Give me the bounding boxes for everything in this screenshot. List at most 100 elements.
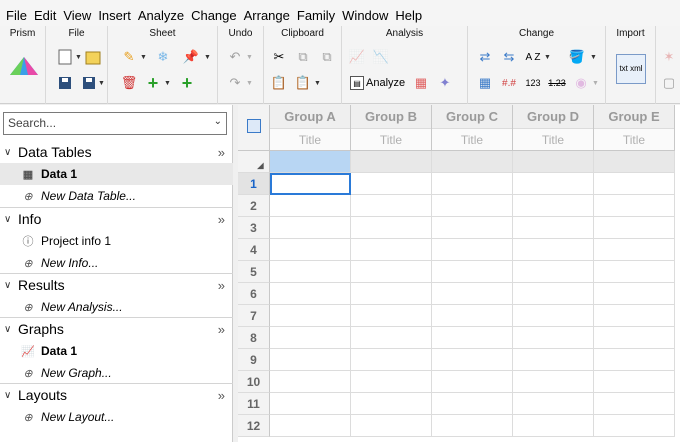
menu-change[interactable]: Change [189, 8, 242, 26]
paste-dropdown-icon[interactable]: ▼ [314, 80, 321, 87]
column-title[interactable]: Title [270, 129, 350, 150]
table-cell[interactable] [270, 393, 351, 415]
menu-view[interactable]: View [61, 8, 96, 26]
table-cell[interactable] [270, 371, 351, 393]
table-cell[interactable] [351, 305, 432, 327]
table-cell[interactable] [432, 173, 513, 195]
table-cell[interactable] [594, 217, 675, 239]
table-cell[interactable] [351, 217, 432, 239]
table-cell[interactable] [513, 349, 594, 371]
new-file-icon[interactable] [56, 48, 74, 66]
table-cell[interactable] [594, 173, 675, 195]
table-cell[interactable] [594, 283, 675, 305]
table-cell[interactable] [513, 173, 594, 195]
transpose-icon[interactable]: ⇆ [500, 48, 518, 66]
table-cell[interactable] [270, 283, 351, 305]
table-cell[interactable] [432, 195, 513, 217]
sidebar-item-new-graph[interactable]: ⊕ New Graph... [0, 362, 233, 384]
table-cell[interactable] [432, 327, 513, 349]
row-title-cell[interactable] [513, 151, 594, 173]
table-cell[interactable] [351, 415, 432, 437]
table-cell[interactable] [594, 393, 675, 415]
table-cell[interactable] [513, 305, 594, 327]
sidebar-item-data-table-1[interactable]: ▦ Data 1 [0, 163, 233, 185]
table-cell[interactable] [513, 195, 594, 217]
save-icon[interactable] [56, 74, 74, 92]
copy-icon[interactable]: ⧉ [294, 48, 312, 66]
menu-arrange[interactable]: Arrange [242, 8, 295, 26]
column-group-name[interactable]: Group C [432, 105, 512, 129]
column-title[interactable]: Title [594, 129, 674, 150]
table-cell[interactable] [594, 371, 675, 393]
row-header[interactable]: 8 [238, 327, 270, 349]
table-corner[interactable] [238, 105, 270, 151]
table-cell[interactable] [513, 393, 594, 415]
table-cell[interactable] [351, 261, 432, 283]
save-dropdown-icon[interactable]: ▼ [98, 80, 105, 87]
table-cell[interactable] [270, 415, 351, 437]
section-header-info[interactable]: ∨ Info » [0, 208, 233, 230]
paste-special-icon[interactable]: ⧉ [318, 48, 336, 66]
table-cell[interactable] [270, 217, 351, 239]
row-header[interactable]: 12 [238, 415, 270, 437]
decrease-decimal-icon[interactable]: 1.23 [548, 74, 566, 92]
paste-options-icon[interactable]: 📋 [294, 74, 312, 92]
import-file-icon[interactable]: txt xml [616, 54, 646, 84]
table-cell[interactable] [432, 415, 513, 437]
menu-family[interactable]: Family [295, 8, 340, 26]
fill-color-dropdown-icon[interactable]: ▼ [590, 54, 597, 61]
table-cell[interactable] [513, 415, 594, 437]
column-group-name[interactable]: Group A [270, 105, 350, 129]
pushpin-dropdown-icon[interactable]: ▼ [204, 54, 211, 61]
sidebar-item-new-analysis[interactable]: ⊕ New Analysis... [0, 296, 233, 318]
increase-decimal-icon[interactable]: 123 [524, 74, 542, 92]
row-header[interactable]: 10 [238, 371, 270, 393]
table-cell[interactable] [513, 283, 594, 305]
row-header[interactable]: 2 [238, 195, 270, 217]
table-cell[interactable] [351, 393, 432, 415]
analyze-button[interactable]: ▤ Analyze [350, 74, 405, 92]
column-title[interactable]: Title [351, 129, 431, 150]
row-header[interactable]: 4 [238, 239, 270, 261]
table-cell[interactable] [270, 349, 351, 371]
menu-file[interactable]: File [4, 8, 32, 26]
expand-more-icon[interactable]: » [218, 388, 225, 403]
table-cell[interactable] [351, 371, 432, 393]
save-as-icon[interactable] [80, 74, 98, 92]
table-cell[interactable] [513, 239, 594, 261]
add-column-icon[interactable]: + [178, 73, 196, 93]
sidebar-item-graph-data-1[interactable]: 📈 Data 1 [0, 340, 233, 362]
table-cell[interactable] [432, 393, 513, 415]
section-header-graphs[interactable]: ∨ Graphs » [0, 318, 233, 340]
table-graph-icon[interactable]: ▦ [412, 74, 430, 92]
menu-insert[interactable]: Insert [96, 8, 136, 26]
row-title-cell[interactable] [351, 151, 432, 173]
color-wheel-dropdown-icon[interactable]: ▼ [592, 80, 599, 87]
add-dropdown-icon[interactable]: ▼ [164, 80, 171, 87]
table-cell[interactable] [594, 327, 675, 349]
sidebar-item-project-info[interactable]: ⓘ Project info 1 [0, 230, 233, 252]
table-cell[interactable] [513, 217, 594, 239]
table-cell[interactable] [432, 239, 513, 261]
sidebar-item-new-info[interactable]: ⊕ New Info... [0, 252, 233, 274]
section-header-data-tables[interactable]: ∨ Data Tables » [0, 141, 233, 163]
section-header-layouts[interactable]: ∨ Layouts » [0, 384, 233, 406]
row-header[interactable]: 1 [238, 173, 270, 195]
new-file-dropdown-icon[interactable]: ▼ [75, 54, 82, 61]
row-header[interactable]: 11 [238, 393, 270, 415]
delete-sheet-icon[interactable]: 🗑 [120, 74, 138, 92]
paste-icon[interactable]: 📋 [270, 74, 288, 92]
row-title-cell[interactable] [432, 151, 513, 173]
row-header[interactable]: 7 [238, 305, 270, 327]
table-cell[interactable] [594, 305, 675, 327]
column-title[interactable]: Title [513, 129, 593, 150]
row-header[interactable]: 9 [238, 349, 270, 371]
undo-icon[interactable]: ↶ [226, 48, 244, 66]
table-cell[interactable] [351, 239, 432, 261]
cut-icon[interactable]: ✂ [270, 48, 288, 66]
highlighter-icon[interactable]: ✎ [120, 48, 138, 66]
sidebar-item-new-data-table[interactable]: ⊕ New Data Table... [0, 185, 233, 207]
menu-window[interactable]: Window [340, 8, 393, 26]
menu-edit[interactable]: Edit [32, 8, 61, 26]
table-cell[interactable] [513, 261, 594, 283]
